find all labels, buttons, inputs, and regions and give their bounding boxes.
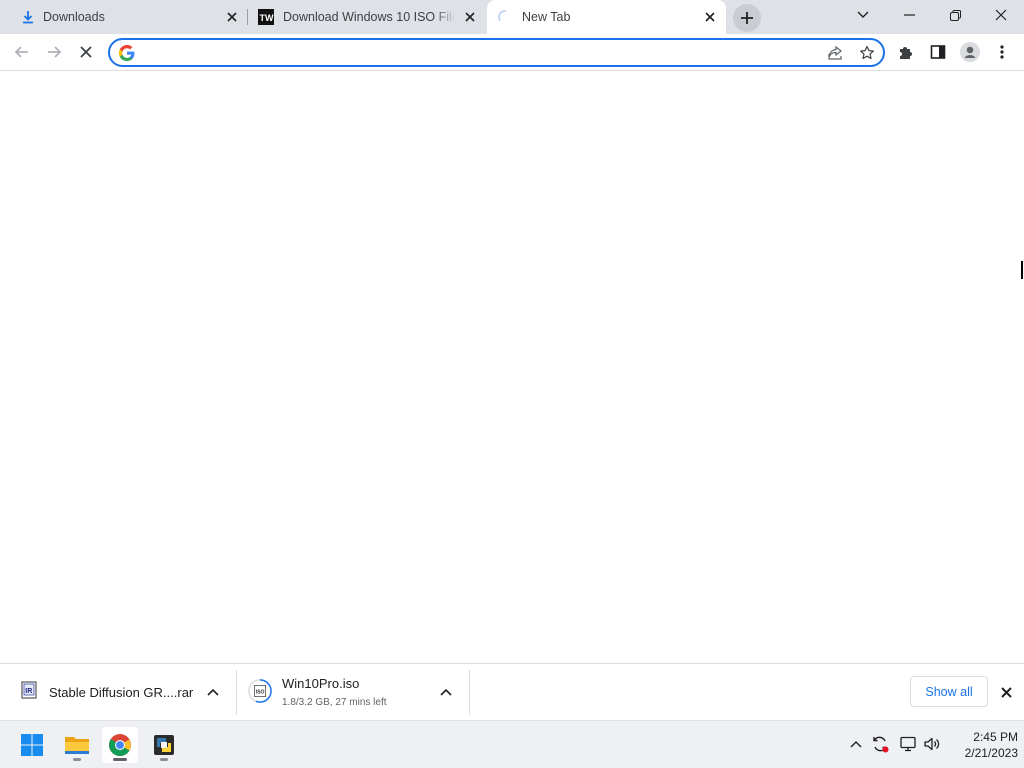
running-indicator <box>73 758 81 761</box>
start-button[interactable] <box>14 727 50 763</box>
share-icon <box>828 45 842 60</box>
close-tab-icon[interactable] <box>462 9 478 25</box>
chevron-up-icon[interactable] <box>437 683 455 701</box>
running-indicator <box>160 758 168 761</box>
rar-archive-icon: IR <box>17 678 41 702</box>
taskbar-python-app[interactable] <box>146 727 182 763</box>
extensions-button[interactable] <box>892 38 920 66</box>
side-panel-icon <box>930 45 946 59</box>
arrow-left-icon <box>14 46 28 58</box>
bookmark-button[interactable] <box>856 42 878 64</box>
kebab-menu-icon <box>1000 45 1004 59</box>
tab-windows10-iso[interactable]: TW Download Windows 10 ISO File ( <box>248 0 486 34</box>
tab-downloads[interactable]: Downloads <box>0 0 247 34</box>
forward-button[interactable] <box>40 38 68 66</box>
download-divider <box>469 670 470 715</box>
running-indicator <box>113 758 127 761</box>
taskbar-chrome[interactable] <box>102 727 138 763</box>
download-shelf: IR Stable Diffusion GR....rar ISO Win10P… <box>0 663 1024 720</box>
python-app-icon <box>154 735 174 755</box>
minimize-icon <box>903 14 915 16</box>
tw-site-icon: TW <box>258 9 274 25</box>
side-panel-button[interactable] <box>924 38 952 66</box>
address-bar[interactable] <box>108 38 885 67</box>
system-clock[interactable]: 2:45 PM 2/21/2023 <box>944 729 1018 761</box>
download-item[interactable]: IR Stable Diffusion GR....rar <box>0 664 236 720</box>
chevron-down-icon <box>857 11 869 18</box>
download-filename: Stable Diffusion GR....rar <box>49 685 194 700</box>
google-icon <box>119 45 135 61</box>
clock-time: 2:45 PM <box>973 730 1018 744</box>
windows-start-icon <box>21 734 43 756</box>
download-icon <box>20 9 36 25</box>
puzzle-icon <box>900 47 912 59</box>
chevron-up-icon <box>850 741 862 748</box>
stop-loading-button[interactable] <box>72 38 100 66</box>
new-tab-button[interactable] <box>733 4 761 32</box>
download-status: 1.8/3.2 GB, 27 mins left <box>282 697 387 708</box>
restore-icon <box>949 9 961 21</box>
plus-icon <box>741 12 753 24</box>
iso-file-icon: ISO <box>248 679 272 703</box>
close-shelf-button[interactable] <box>996 682 1016 702</box>
minimize-button[interactable] <box>886 2 932 28</box>
svg-text:ISO: ISO <box>256 689 265 695</box>
network-icon <box>900 736 916 752</box>
tab-title: Download Windows 10 ISO File ( <box>283 10 455 24</box>
svg-text:IR: IR <box>25 688 32 695</box>
tray-network[interactable] <box>897 733 919 755</box>
chrome-icon <box>109 734 131 756</box>
restore-button[interactable] <box>932 2 978 28</box>
loading-spinner-icon <box>497 9 513 25</box>
star-icon <box>860 45 874 60</box>
download-item[interactable]: ISO Win10Pro.iso 1.8/3.2 GB, 27 mins lef… <box>237 664 469 720</box>
taskbar-file-explorer[interactable] <box>59 727 95 763</box>
svg-text:TW: TW <box>260 13 274 23</box>
clock-date: 2/21/2023 <box>964 746 1018 760</box>
menu-button[interactable] <box>988 38 1016 66</box>
page-content[interactable] <box>0 71 1024 663</box>
sync-alert-icon <box>873 736 889 753</box>
close-icon <box>1000 686 1012 698</box>
tab-title: New Tab <box>522 10 571 24</box>
arrow-right-icon <box>48 46 62 58</box>
volume-icon <box>924 737 940 751</box>
close-icon <box>995 9 1007 21</box>
close-window-button[interactable] <box>978 2 1024 28</box>
tab-search-button[interactable] <box>840 2 886 28</box>
show-hidden-icons-button[interactable] <box>845 733 867 755</box>
avatar-icon <box>960 42 980 62</box>
back-button[interactable] <box>8 38 36 66</box>
close-icon <box>80 46 92 58</box>
close-tab-icon[interactable] <box>702 9 718 25</box>
show-all-button[interactable]: Show all <box>910 676 988 707</box>
share-button[interactable] <box>824 42 846 64</box>
close-tab-icon[interactable] <box>224 9 240 25</box>
tab-new-tab[interactable]: New Tab <box>487 0 726 34</box>
profile-button[interactable] <box>956 38 984 66</box>
tab-title: Downloads <box>43 10 105 24</box>
tray-sync[interactable] <box>869 733 891 755</box>
tab-strip: Downloads TW Download Windows 10 ISO Fil… <box>0 0 1024 34</box>
file-explorer-icon <box>65 737 89 754</box>
chevron-up-icon[interactable] <box>204 683 222 701</box>
address-input[interactable] <box>142 43 802 63</box>
windows-taskbar: 2:45 PM 2/21/2023 <box>0 720 1024 768</box>
browser-toolbar <box>0 34 1024 71</box>
download-filename: Win10Pro.iso <box>282 676 360 691</box>
tray-volume[interactable] <box>921 733 943 755</box>
